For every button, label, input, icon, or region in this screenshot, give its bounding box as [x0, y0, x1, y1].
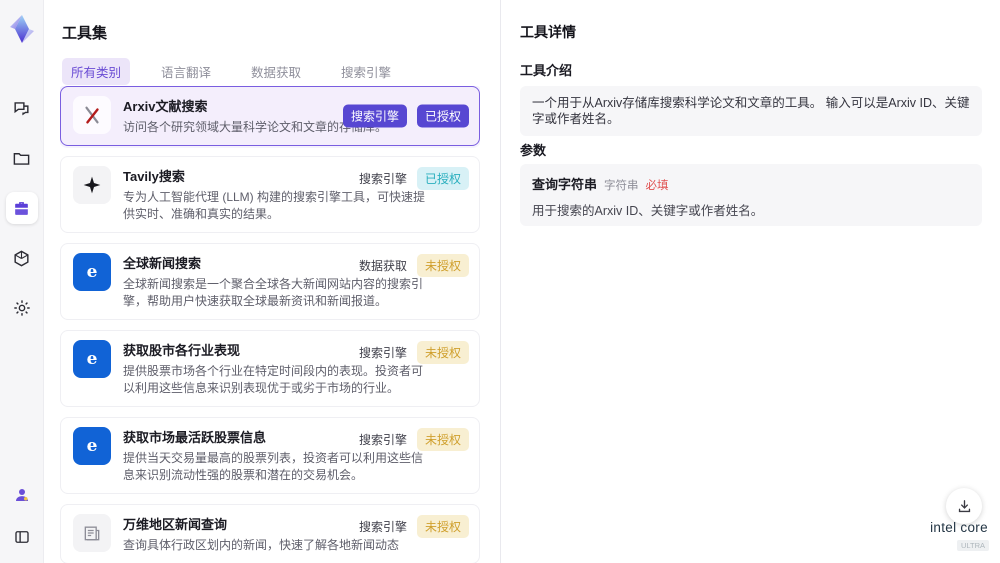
intro-heading: 工具介绍: [520, 63, 573, 78]
tab-translation[interactable]: 语言翻译: [152, 58, 220, 85]
tool-card-tavily[interactable]: Tavily搜索 专为人工智能代理 (LLM) 构建的搜索引擎工具，可快速提供实…: [60, 156, 480, 233]
tool-detail-panel: 工具详情 工具介绍 一个用于从Arxiv存储库搜索科学论文和文章的工具。 输入可…: [502, 0, 1000, 563]
tool-card-sector-performance[interactable]: e 获取股市各行业表现 提供股票市场各个行业在特定时间段内的表现。投资者可以利用…: [60, 330, 480, 407]
tool-card-regional-news[interactable]: 万维地区新闻查询 查询具体行政区划内的新闻，快速了解各地新闻动态 搜索引擎 未授…: [60, 504, 480, 563]
detail-title: 工具详情: [520, 24, 576, 40]
auth-status-badge: 已授权: [416, 104, 469, 128]
tool-list: Arxiv文献搜索 访问各个研究领域大量科学论文和文章的存储库。 搜索引擎 已授…: [60, 86, 480, 563]
folder-icon[interactable]: [6, 142, 38, 174]
category-label: 数据获取: [358, 259, 407, 273]
toolset-panel: 工具集 所有类别 语言翻译 数据获取 搜索引擎 Arxiv文献搜索 访问各个研究…: [44, 0, 535, 563]
tab-data-fetch[interactable]: 数据获取: [242, 58, 310, 85]
settings-icon[interactable]: [6, 292, 38, 324]
auth-status-badge: 未授权: [416, 254, 469, 277]
auth-status-badge: 未授权: [416, 428, 469, 451]
tool-desc: 全球新闻搜索是一个聚合全球各大新闻网站内容的搜索引擎，帮助用户快速获取全球最新资…: [123, 277, 424, 308]
tool-desc: 提供当天交易量最高的股票列表，投资者可以利用这些信息来识别流动性强的股票和潜在的…: [123, 451, 424, 482]
page-title: 工具集: [62, 25, 108, 42]
stocks-blue-icon: e: [73, 340, 111, 378]
tool-card-global-news[interactable]: e 全球新闻搜索 全球新闻搜索是一个聚合全球各大新闻网站内容的搜索引擎，帮助用户…: [60, 243, 480, 320]
tavily-star-icon: [73, 166, 111, 204]
toolbox-icon[interactable]: [5, 192, 38, 224]
auth-status-badge: 已授权: [416, 167, 469, 190]
tab-all-categories[interactable]: 所有类别: [62, 58, 131, 85]
category-label: 搜索引擎: [358, 520, 407, 534]
avatar-icon[interactable]: [6, 479, 38, 511]
category-badge: 搜索引擎: [342, 104, 407, 128]
auth-status-badge: 未授权: [416, 515, 469, 538]
category-tabs: 所有类别 语言翻译 数据获取 搜索引擎: [62, 58, 400, 85]
cube-icon[interactable]: [6, 242, 38, 274]
param-type: 字符串: [604, 180, 639, 192]
tool-desc: 查询具体行政区划内的新闻，快速了解各地新闻动态: [123, 538, 400, 552]
category-label: 搜索引擎: [358, 346, 407, 360]
category-label: 搜索引擎: [358, 433, 407, 447]
nav-rail: [0, 0, 44, 563]
stocks-blue-icon: e: [73, 427, 111, 465]
param-card: 查询字符串 字符串 必填 用于搜索的Arxiv ID、关键字或作者姓名。: [520, 164, 982, 226]
params-heading: 参数: [520, 143, 547, 158]
panel-toggle-icon[interactable]: [6, 521, 38, 553]
news-blue-icon: e: [73, 253, 111, 291]
auth-status-badge: 未授权: [416, 341, 469, 364]
intel-ultra-text: ULTRA: [956, 540, 990, 551]
tool-desc: 提供股票市场各个行业在特定时间段内的表现。投资者可以利用这些信息来识别表现优于或…: [123, 364, 424, 395]
intro-text: 一个用于从Arxiv存储库搜索科学论文和文章的工具。 输入可以是Arxiv ID…: [520, 86, 982, 136]
tool-card-arxiv[interactable]: Arxiv文献搜索 访问各个研究领域大量科学论文和文章的存储库。 搜索引擎 已授…: [60, 86, 480, 146]
arxiv-logo-icon: [73, 96, 111, 134]
newspaper-gray-icon: [73, 514, 111, 552]
app-window: 工具集 所有类别 语言翻译 数据获取 搜索引擎 Arxiv文献搜索 访问各个研究…: [0, 0, 1000, 563]
app-logo-icon: [9, 14, 35, 44]
download-button[interactable]: [946, 488, 982, 524]
intel-core-text: intel core: [930, 520, 988, 535]
chat-icon[interactable]: [6, 92, 38, 124]
param-desc: 用于搜索的Arxiv ID、关键字或作者姓名。: [532, 204, 764, 218]
param-name: 查询字符串: [532, 177, 598, 192]
tool-desc: 专为人工智能代理 (LLM) 构建的搜索引擎工具，可快速提供实时、准确和真实的结…: [123, 190, 426, 221]
intel-core-logo: intel core ULTRA: [924, 520, 994, 553]
tab-search-engine[interactable]: 搜索引擎: [332, 58, 400, 85]
category-label: 搜索引擎: [358, 172, 407, 186]
param-required-flag: 必填: [645, 180, 669, 192]
tool-card-most-active-stocks[interactable]: e 获取市场最活跃股票信息 提供当天交易量最高的股票列表，投资者可以利用这些信息…: [60, 417, 480, 494]
download-icon: [958, 499, 970, 512]
